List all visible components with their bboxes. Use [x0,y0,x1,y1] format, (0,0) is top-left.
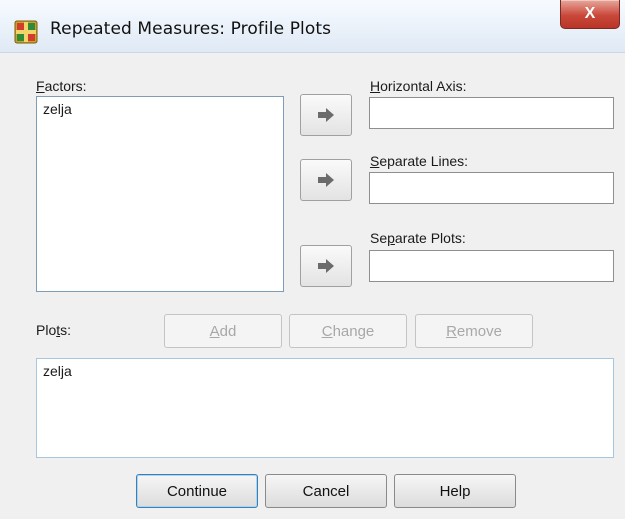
move-arrow-icon [318,259,334,273]
list-item[interactable]: zelja [37,97,283,121]
cancel-button[interactable]: Cancel [265,474,387,508]
app-icon [14,20,38,44]
move-to-horizontal-axis-button[interactable] [300,94,352,136]
horizontal-axis-label: Horizontal Axis: [370,78,467,94]
close-button[interactable]: X [560,0,620,29]
continue-button[interactable]: Continue [136,474,258,508]
window-title: Repeated Measures: Profile Plots [50,19,332,39]
move-arrow-icon [318,108,334,122]
separate-lines-label: Separate Lines: [370,153,469,169]
change-button[interactable]: Change [289,314,407,348]
separate-plots-label: Separate Plots: [370,230,466,246]
remove-button[interactable]: Remove [415,314,533,348]
plots-label: Plots: [36,322,72,338]
close-icon: X [584,5,596,22]
horizontal-axis-field[interactable] [369,97,614,129]
move-arrow-icon [318,173,334,187]
factors-label: Factors: [36,78,87,94]
plots-listbox[interactable]: zelja [36,358,614,458]
list-item[interactable]: zelja [37,359,613,383]
factors-listbox[interactable]: zelja [36,96,284,292]
separate-lines-field[interactable] [369,172,614,204]
title-bar: Repeated Measures: Profile Plots X [0,0,625,53]
help-button[interactable]: Help [394,474,516,508]
separate-plots-field[interactable] [369,250,614,282]
add-button[interactable]: Add [164,314,282,348]
move-to-separate-plots-button[interactable] [300,245,352,287]
move-to-separate-lines-button[interactable] [300,159,352,201]
